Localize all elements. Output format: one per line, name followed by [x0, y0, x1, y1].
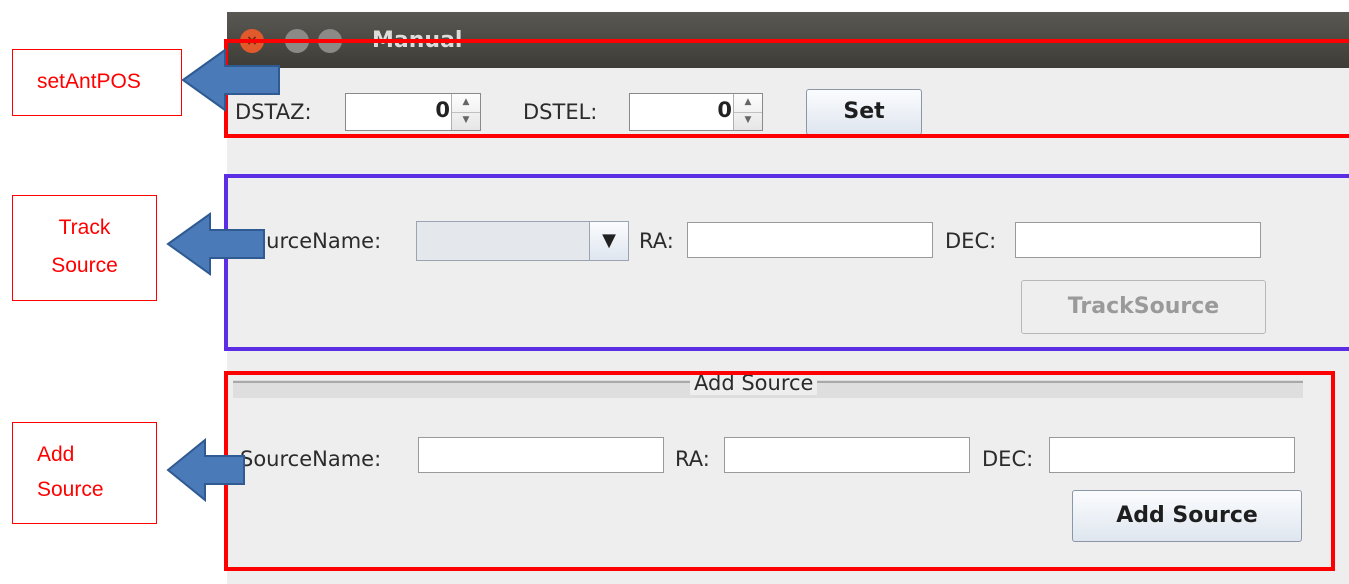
left-arrow-icon	[166, 212, 265, 276]
left-arrow-icon	[181, 48, 280, 112]
add-source-highlight-box	[224, 371, 1335, 571]
setantpos-highlight-box	[224, 39, 1349, 138]
callout-track-line2: Source	[51, 254, 118, 277]
left-arrow-icon	[166, 438, 245, 502]
callout-track-source: Track Source	[12, 195, 157, 301]
callout-add-line1: Add	[37, 443, 75, 466]
callout-track-line1: Track	[58, 216, 111, 239]
callout-setantpos: setAntPOS	[12, 49, 182, 116]
track-source-highlight-box	[224, 174, 1349, 351]
callout-add-source: Add Source	[12, 422, 157, 524]
callout-add-line2: Source	[37, 478, 104, 501]
